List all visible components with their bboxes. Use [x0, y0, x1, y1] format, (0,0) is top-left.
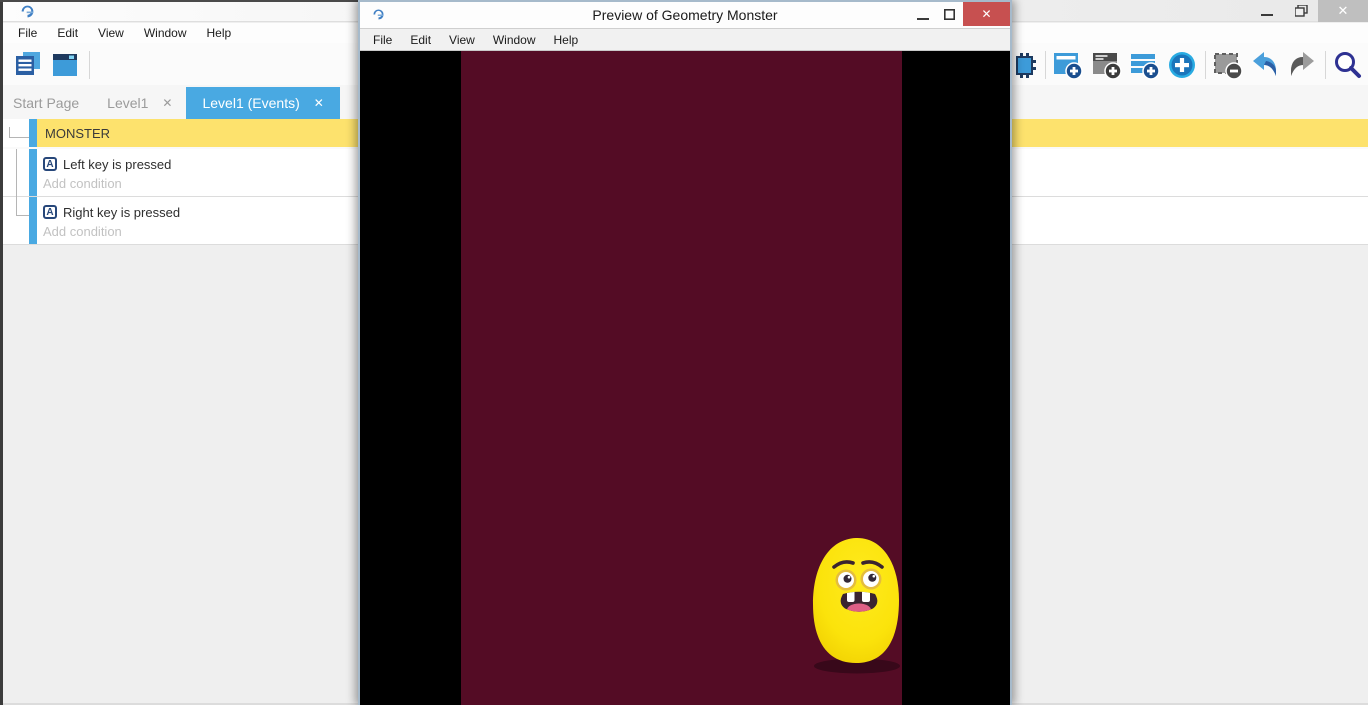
- preview-window: Preview of Geometry Monster ✕ File Edit …: [358, 0, 1012, 705]
- window-border: [0, 0, 3, 705]
- maximize-icon: [944, 9, 955, 20]
- menu-window[interactable]: Window: [135, 24, 196, 42]
- start-scene-icon[interactable]: [50, 50, 80, 80]
- restore-icon: [1295, 5, 1308, 17]
- tab-level1[interactable]: Level1 ✕: [93, 87, 186, 119]
- debug-icon[interactable]: [1009, 50, 1039, 80]
- menu-view[interactable]: View: [89, 24, 133, 42]
- gdevelop-logo-icon: [19, 4, 36, 19]
- tab-close-icon[interactable]: ✕: [162, 96, 172, 110]
- menu-file[interactable]: File: [9, 24, 46, 42]
- toolbar-separator: [1325, 51, 1326, 79]
- menu-view[interactable]: View: [440, 31, 484, 49]
- preview-maximize-button[interactable]: [936, 2, 963, 26]
- undo-icon[interactable]: [1250, 50, 1280, 80]
- menu-edit[interactable]: Edit: [401, 31, 440, 49]
- main-restore-button[interactable]: [1284, 0, 1318, 22]
- tab-level1-events[interactable]: Level1 (Events) ✕: [186, 87, 339, 119]
- menu-help[interactable]: Help: [198, 24, 241, 42]
- add-comment-icon[interactable]: [1130, 50, 1160, 80]
- monster-sprite: [810, 536, 906, 676]
- redo-icon[interactable]: [1287, 50, 1317, 80]
- event-selection-bar: [29, 149, 37, 196]
- delete-event-icon[interactable]: [1213, 50, 1243, 80]
- toolbar-separator: [1045, 51, 1046, 79]
- condition-text: Right key is pressed: [63, 205, 180, 220]
- menu-window[interactable]: Window: [484, 31, 545, 49]
- project-manager-icon[interactable]: [13, 50, 43, 80]
- tab-close-icon[interactable]: ✕: [314, 96, 324, 110]
- keyboard-key-icon: A: [43, 157, 57, 171]
- toolbar-separator: [1205, 51, 1206, 79]
- condition-text: Left key is pressed: [63, 157, 171, 172]
- add-special-event-icon[interactable]: [1167, 50, 1197, 80]
- preview-close-button[interactable]: ✕: [963, 2, 1010, 26]
- search-icon[interactable]: [1333, 50, 1363, 80]
- window-border: [0, 0, 358, 2]
- preview-minimize-button[interactable]: [909, 2, 936, 26]
- menu-file[interactable]: File: [364, 31, 401, 49]
- preview-titlebar[interactable]: Preview of Geometry Monster ✕: [360, 2, 1010, 28]
- event-selection-bar: [29, 119, 37, 147]
- preview-menubar: File Edit View Window Help: [360, 28, 1010, 51]
- add-sub-event-icon[interactable]: [1092, 50, 1122, 80]
- add-event-icon[interactable]: [1053, 50, 1083, 80]
- keyboard-key-icon: A: [43, 205, 57, 219]
- toolbar-separator: [89, 51, 90, 79]
- tab-start-page[interactable]: Start Page: [3, 87, 93, 119]
- game-canvas[interactable]: [360, 51, 1010, 705]
- main-minimize-button[interactable]: [1250, 0, 1284, 22]
- main-close-button[interactable]: ✕: [1318, 0, 1368, 22]
- menu-edit[interactable]: Edit: [48, 24, 87, 42]
- menu-help[interactable]: Help: [545, 31, 588, 49]
- event-selection-bar: [29, 197, 37, 244]
